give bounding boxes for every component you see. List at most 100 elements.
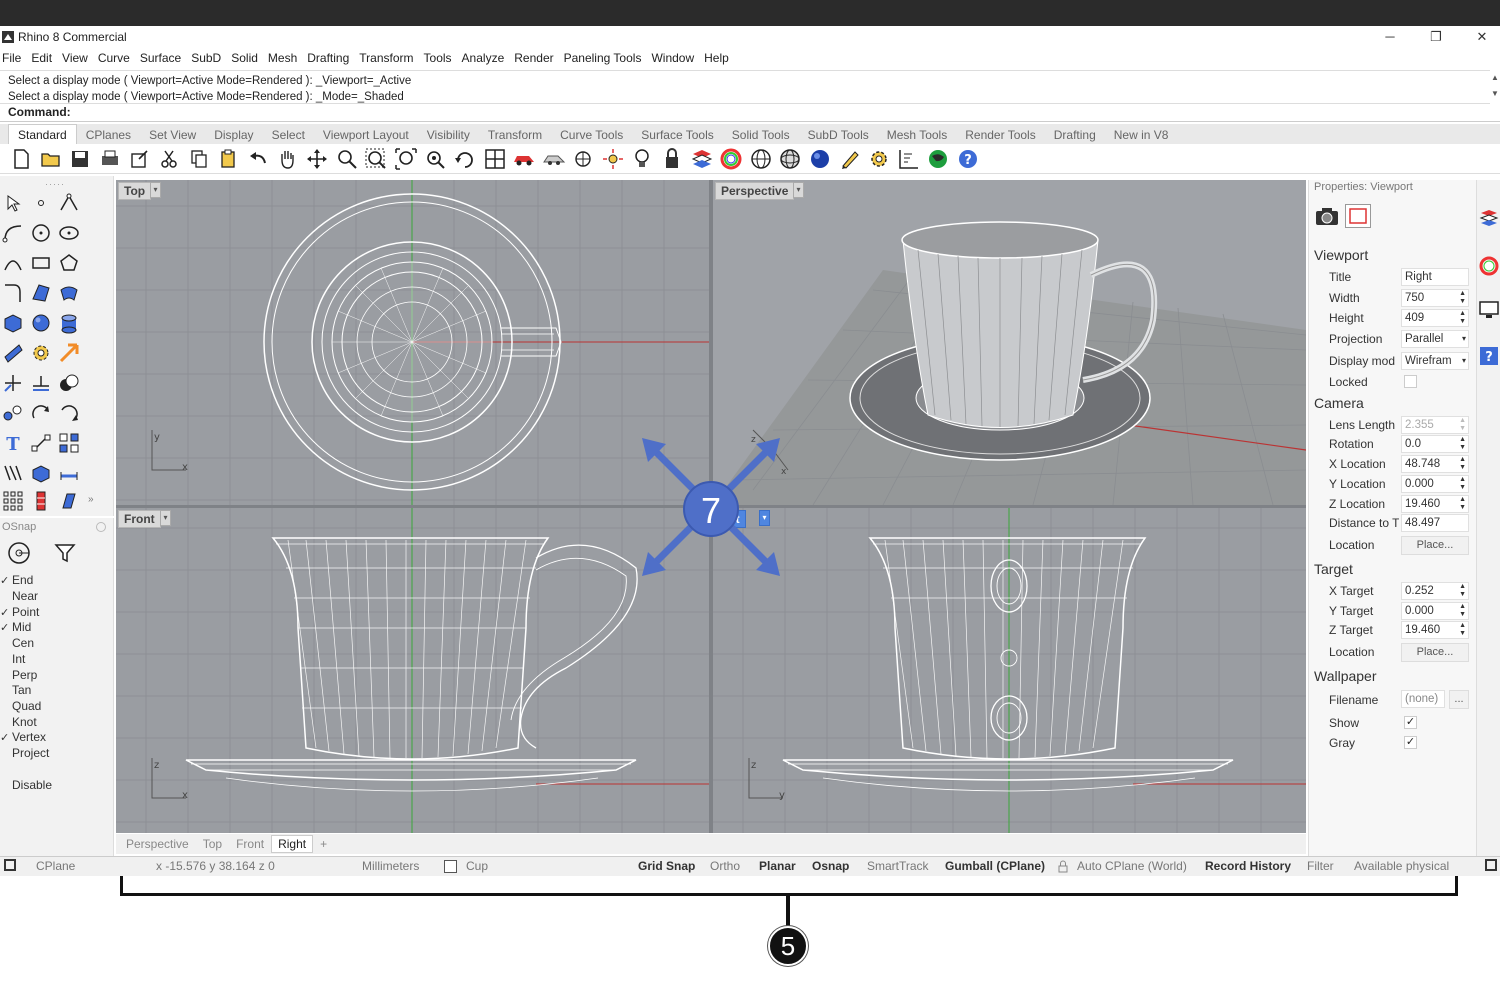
rotate-view-icon[interactable] [452, 146, 478, 172]
pan-icon[interactable] [274, 146, 300, 172]
menu-drafting[interactable]: Drafting [307, 51, 349, 65]
osnap-item[interactable]: Int [0, 651, 25, 667]
settings-icon[interactable] [866, 146, 892, 172]
viewport-width-field[interactable]: 750 ▲ ▼ [1401, 289, 1469, 307]
split-icon[interactable] [28, 370, 54, 396]
array-icon[interactable] [56, 430, 82, 456]
pen-icon[interactable] [837, 146, 863, 172]
spinner-icon[interactable]: ▲ ▼ [1459, 290, 1466, 306]
osnap-checkbox[interactable]: ✓ [0, 620, 12, 636]
status-panel-toggle-icon[interactable] [1485, 859, 1497, 871]
tab-visibility[interactable]: Visibility [418, 125, 479, 144]
restore-button[interactable]: ❐ [1413, 26, 1459, 48]
boolean-icon[interactable] [56, 370, 82, 396]
rectangle-icon[interactable] [28, 250, 54, 276]
select-arrow-icon[interactable] [0, 190, 26, 216]
status-units[interactable]: Millimeters [362, 859, 419, 873]
trim-icon[interactable] [0, 370, 26, 396]
dimension-icon[interactable] [28, 430, 54, 456]
osnap-checkbox[interactable]: ✓ [0, 730, 12, 746]
y-target-field[interactable]: 0.000 ▲ ▼ [1401, 602, 1469, 620]
rotate-3d-icon[interactable] [56, 400, 82, 426]
menu-mesh[interactable]: Mesh [268, 51, 297, 65]
color-wheel-icon[interactable] [718, 146, 744, 172]
locked-checkbox[interactable] [1404, 375, 1417, 388]
display-mode-select[interactable]: Wirefram ▾ [1401, 352, 1469, 370]
viewport-layout-icon[interactable] [482, 146, 508, 172]
tab-cplanes[interactable]: CPlanes [77, 125, 140, 144]
target-place-button[interactable]: Place... [1401, 643, 1469, 662]
rendered-sphere-icon[interactable] [807, 146, 833, 172]
viewport-menu-dropdown[interactable]: ▾ [150, 182, 161, 198]
spinner-icon[interactable]: ▲ ▼ [1459, 603, 1466, 619]
spinner-icon[interactable]: ▲ ▼ [1459, 310, 1466, 326]
viewport-height-field[interactable]: 409 ▲ ▼ [1401, 309, 1469, 327]
wallpaper-show-checkbox[interactable]: ✓ [1404, 716, 1417, 729]
distance-to-target-field[interactable]: 48.497 [1401, 514, 1469, 532]
osnap-item[interactable]: ✓ Mid [0, 619, 31, 635]
spinner-icon[interactable]: ▲ ▼ [1459, 476, 1466, 492]
cylinder-icon[interactable] [56, 310, 82, 336]
viewport-tab-front[interactable]: Front [229, 837, 271, 851]
wireframe-sphere-icon[interactable] [748, 146, 774, 172]
status-cplane[interactable]: CPlane [36, 859, 75, 873]
x-location-field[interactable]: 48.748 ▲ ▼ [1401, 455, 1469, 473]
palette-grip[interactable]: ····· [45, 179, 65, 189]
mesh-icon[interactable] [0, 340, 26, 366]
display-panel-icon[interactable] [1479, 300, 1499, 323]
osnap-filter-icon[interactable] [50, 540, 80, 566]
menu-tools[interactable]: Tools [424, 51, 452, 65]
tab-render-tools[interactable]: Render Tools [956, 125, 1045, 144]
menu-window[interactable]: Window [651, 51, 694, 65]
z-location-field[interactable]: 19.460 ▲ ▼ [1401, 495, 1469, 513]
circle-icon[interactable] [28, 220, 54, 246]
command-history[interactable]: Select a display mode ( Viewport=Active … [0, 70, 1490, 104]
status-osnap[interactable]: Osnap [812, 859, 849, 873]
osnap-item[interactable]: Cen [0, 635, 34, 651]
viewport-tab-top[interactable]: Top [196, 837, 229, 851]
viewport-tab-right[interactable]: Right [271, 835, 314, 853]
open-icon[interactable] [38, 146, 64, 172]
explode-icon[interactable] [56, 340, 82, 366]
add-viewport-tab-button[interactable]: + [313, 837, 334, 851]
mesh-sphere-icon[interactable] [777, 146, 803, 172]
layer-color-swatch[interactable] [444, 860, 457, 873]
menu-surface[interactable]: Surface [140, 51, 181, 65]
viewport-label-front[interactable]: Front [118, 510, 161, 528]
materials-panel-icon[interactable] [1479, 256, 1499, 279]
status-toggle-icon[interactable] [4, 859, 16, 871]
help-panel-icon[interactable]: ? [1479, 346, 1499, 369]
menu-subd[interactable]: SubD [191, 51, 221, 65]
viewport-right[interactable]: z y ght ▾ [713, 508, 1306, 833]
osnap-target-icon[interactable] [4, 540, 34, 566]
osnap-item[interactable]: Perp [0, 667, 37, 683]
tab-display[interactable]: Display [205, 125, 262, 144]
export-icon[interactable] [126, 146, 152, 172]
globe-icon[interactable] [925, 146, 951, 172]
grid-icon[interactable] [896, 146, 922, 172]
status-smarttrack[interactable]: SmartTrack [867, 859, 929, 873]
viewport-top[interactable]: y x Top ▾ [116, 180, 709, 505]
menu-edit[interactable]: Edit [31, 51, 52, 65]
y-location-field[interactable]: 0.000 ▲ ▼ [1401, 475, 1469, 493]
viewport-title-field[interactable]: Right [1401, 268, 1469, 286]
ellipse-icon[interactable] [56, 220, 82, 246]
arc-icon[interactable] [0, 250, 26, 276]
curve-icon[interactable] [0, 220, 26, 246]
snap-icon[interactable] [570, 146, 596, 172]
menu-paneling-tools[interactable]: Paneling Tools [564, 51, 642, 65]
viewport-front[interactable]: z x Front ▾ [116, 508, 709, 833]
tab-surface-tools[interactable]: Surface Tools [632, 125, 723, 144]
zoom-icon[interactable] [334, 146, 360, 172]
polygon-icon[interactable] [56, 250, 82, 276]
viewport-menu-dropdown[interactable]: ▾ [793, 182, 804, 198]
sweep-icon[interactable] [0, 460, 26, 486]
status-layer[interactable]: Cup [466, 859, 488, 873]
lock-icon[interactable] [659, 146, 685, 172]
grid-array-icon[interactable] [0, 488, 26, 514]
properties-icon[interactable] [541, 146, 567, 172]
car-icon[interactable] [511, 146, 537, 172]
light-icon[interactable] [629, 146, 655, 172]
viewport-perspective[interactable]: z x Perspective ▾ [713, 180, 1306, 505]
menu-render[interactable]: Render [514, 51, 553, 65]
